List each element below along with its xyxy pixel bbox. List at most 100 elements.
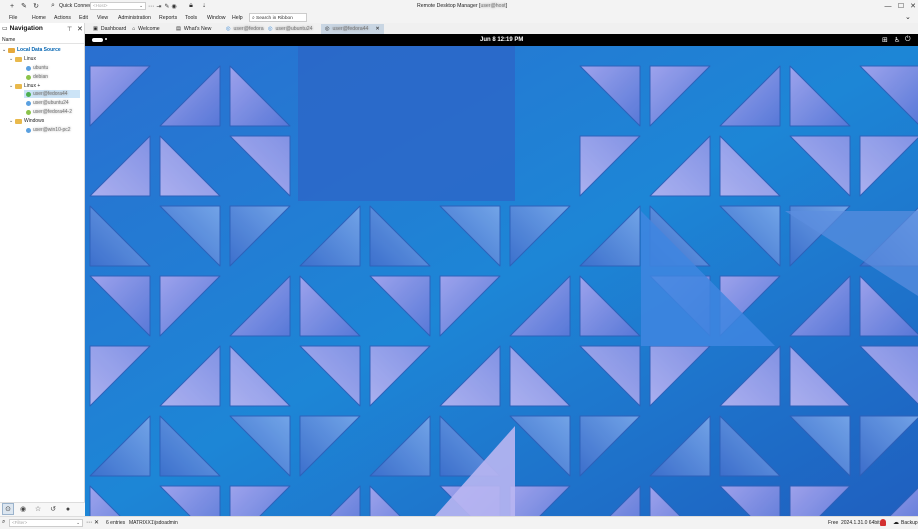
record-icon[interactable]: ◉ (170, 2, 178, 10)
folder-icon (15, 118, 22, 124)
power-icon[interactable]: ⏻ (905, 36, 911, 44)
entry-label: user@ubuntu24 (33, 100, 69, 106)
tree-folder-linux-plus[interactable]: ⌄ Linux + (9, 82, 40, 90)
column-header-label: Name (2, 37, 16, 43)
tree-entry[interactable]: debian (26, 73, 48, 81)
tab-dashboard[interactable]: ▣ Dashboard (89, 24, 130, 34)
menu-home[interactable]: Home (32, 15, 46, 21)
lock-icon[interactable]: 🔒︎ (187, 2, 195, 10)
navigation-title: Navigation (9, 25, 43, 32)
session-icon (26, 65, 31, 71)
remote-clock[interactable]: Jun 8 12:19 PM (480, 37, 523, 43)
menu-window[interactable]: Window (207, 15, 225, 21)
window-title-end: ] (505, 3, 508, 9)
chevron-down-icon[interactable]: ⌄ (9, 118, 13, 124)
pin-icon[interactable]: ⊤ (67, 26, 72, 33)
window-title-text: Remote Desktop Manager [ (417, 3, 481, 9)
session-icon (26, 91, 31, 97)
tab-label: user@ubuntu24 (275, 26, 313, 32)
history-icon[interactable]: ↺ (47, 503, 59, 515)
tree-folder-linux[interactable]: ⌄ Linux (9, 55, 36, 63)
tree-folder-windows[interactable]: ⌄ Windows (9, 117, 44, 125)
chevron-down-icon[interactable]: ⌄ (2, 47, 6, 53)
ribbon-search-placeholder: Search in Ribbon (256, 16, 293, 21)
menu-actions[interactable]: Actions (54, 15, 71, 21)
minimize-button[interactable]: — (884, 2, 892, 10)
folder-label: Linux (24, 56, 36, 62)
add-icon[interactable]: + (8, 2, 16, 10)
filter-input[interactable]: <Filter> ⌄ (9, 519, 83, 527)
chevron-down-icon[interactable]: ⌄ (9, 83, 13, 89)
tree-entry[interactable]: user@fedora44-2 (26, 108, 72, 116)
chevron-down-icon[interactable]: ⌄ (9, 56, 13, 62)
search-icon[interactable]: ⌕ (49, 2, 57, 10)
search-icon: ⌕ (2, 519, 6, 525)
ribbon-search-input[interactable]: ⌕ Search in Ribbon (249, 13, 307, 22)
workspace-dot[interactable] (105, 38, 107, 40)
clear-filter-icon[interactable]: ✕ (94, 519, 99, 526)
refresh-icon[interactable]: ↻ (32, 2, 40, 10)
navigation-pane: ▭ Navigation ⊤ ✕ Name ⌄ Local Data Sourc… (0, 23, 85, 516)
home-icon: ⌂ (132, 26, 136, 32)
accessibility-icon[interactable]: ♿︎ (894, 36, 900, 44)
connect-arrow-icon[interactable]: ⇥ (155, 2, 163, 10)
tree-entry[interactable]: user@ubuntu24 (26, 99, 69, 107)
tab-label: Welcome (138, 26, 160, 32)
close-tab-icon[interactable]: ✕ (375, 26, 379, 34)
chevron-down-icon[interactable]: ⌄ (139, 3, 143, 9)
column-header-name[interactable]: Name (0, 37, 84, 44)
navigation-view-icon[interactable]: ⊙ (2, 503, 14, 515)
menu-edit[interactable]: Edit (79, 15, 88, 21)
title-bar: + ✎ ↻ ⌕ Quick Connect <Host> ⌄ ⋯ ⇥ ✎ ◉ 🔒… (0, 0, 918, 12)
tree-entry-selected[interactable]: user@fedora44 (24, 90, 80, 98)
menu-help[interactable]: Help (232, 15, 243, 21)
remote-desktop-wallpaper[interactable] (85, 46, 918, 516)
backup-label[interactable]: Backup (901, 520, 918, 526)
more-icon[interactable]: ⋯ (86, 519, 92, 526)
user-icon[interactable]: ● (62, 503, 74, 515)
search-icon: ⌕ (252, 16, 255, 21)
tab-session-1[interactable]: ◎ user@fedora (222, 24, 268, 34)
tab-session-3-active[interactable]: ◎ user@fedora44 ✕ (321, 24, 384, 34)
session-icon: ◎ (268, 26, 273, 32)
quick-connect-input[interactable]: <Host> ⌄ (90, 2, 146, 10)
customize-toolbar-icon[interactable]: ⇣ (200, 2, 208, 10)
network-icon[interactable]: ⊞ (882, 36, 888, 44)
chevron-down-icon[interactable]: ⌄ (76, 520, 80, 526)
wallpaper-large-square (298, 46, 515, 201)
navigation-icon: ▭ (2, 26, 8, 32)
session-icon (26, 74, 31, 80)
tab-label: Dashboard (100, 26, 127, 32)
menu-view[interactable]: View (97, 15, 108, 21)
tab-whats-new[interactable]: ▤ What's New (172, 24, 215, 34)
menu-administration[interactable]: Administration (118, 15, 151, 21)
remote-gnome-top-bar: Jun 8 12:19 PM ⊞ ♿︎ ⏻ (85, 34, 918, 46)
menu-reports[interactable]: Reports (159, 15, 177, 21)
status-bar: ⌕ <Filter> ⌄ ⋯ ✕ 6 entries MATRIXX1\jsdo… (0, 516, 918, 529)
window-title: Remote Desktop Manager [user@host] (417, 3, 507, 9)
tree-data-source[interactable]: ⌄ Local Data Source (2, 46, 61, 54)
document-tab-bar: ▣ Dashboard ⌂ Welcome ▤ What's New ◎ use… (85, 23, 918, 34)
tree-entry[interactable]: ubuntu (26, 64, 48, 72)
more-icon[interactable]: ⋯ (147, 2, 155, 10)
license-status: Free (828, 520, 839, 526)
tree-entry[interactable]: user@win10-pc2 (26, 126, 71, 134)
alert-icon[interactable] (880, 519, 886, 526)
entry-label: user@win10-pc2 (33, 127, 71, 133)
play-icon[interactable]: ◉ (17, 503, 29, 515)
activities-indicator[interactable] (92, 38, 103, 42)
tab-welcome[interactable]: ⌂ Welcome (128, 24, 164, 34)
edit-pencil-icon[interactable]: ✎ (20, 2, 28, 10)
session-icon: ◎ (226, 26, 231, 32)
entry-label: user@fedora44-2 (33, 109, 72, 115)
window-title-user: user@host (480, 3, 506, 9)
menu-tools[interactable]: Tools (185, 15, 197, 21)
tab-session-2[interactable]: ◎ user@ubuntu24 (264, 24, 317, 34)
close-pane-icon[interactable]: ✕ (77, 25, 83, 33)
favorites-star-icon[interactable]: ☆ (32, 503, 44, 515)
close-button[interactable]: ✕ (909, 2, 917, 10)
version-label: 2024.1.31.0 64bit (841, 520, 880, 526)
collapse-ribbon-icon[interactable]: ⌄ (905, 13, 911, 21)
maximize-button[interactable]: ☐ (897, 2, 905, 10)
menu-file[interactable]: File (9, 15, 17, 21)
